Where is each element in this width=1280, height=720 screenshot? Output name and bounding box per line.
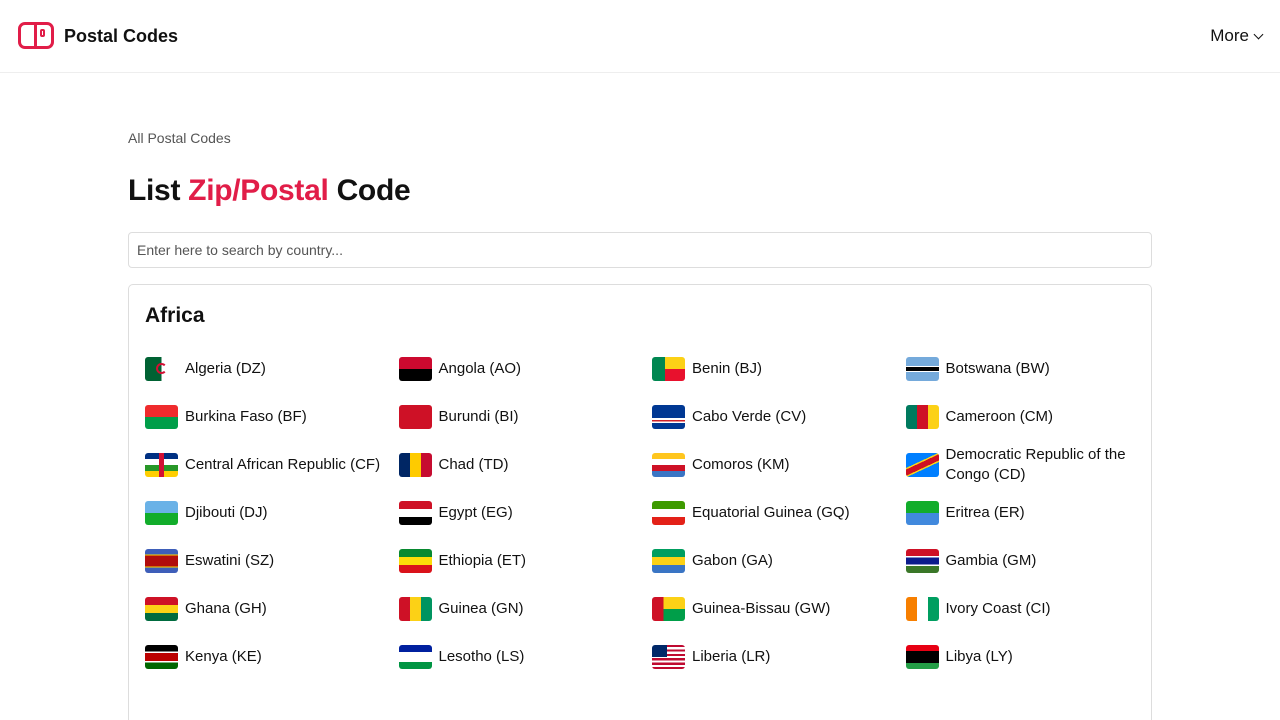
country-link[interactable]: Equatorial Guinea (GQ) [652, 493, 906, 533]
country-link[interactable]: Gambia (GM) [905, 541, 1146, 581]
flag-ci-icon [905, 597, 939, 621]
country-link[interactable]: Lesotho (LS) [398, 637, 653, 677]
country-link[interactable]: Egypt (EG) [398, 493, 653, 533]
flag-ke-icon [145, 645, 178, 669]
country-link[interactable]: Comoros (KM) [652, 445, 906, 485]
country-search-input[interactable] [128, 232, 1152, 268]
country-link[interactable]: Ghana (GH) [145, 589, 399, 629]
country-link[interactable]: Guinea-Bissau (GW) [652, 589, 906, 629]
country-link[interactable]: Guinea (GN) [398, 589, 653, 629]
flag-bj-icon [652, 357, 685, 381]
country-link[interactable]: Libya (LY) [905, 637, 1146, 677]
flag-sz-icon [145, 549, 178, 573]
country-name: Gabon (GA) [692, 552, 773, 569]
flag-bi-icon [398, 405, 432, 429]
country-grid: Algeria (DZ) Angola (AO) Benin (BJ) Botswan… [145, 349, 1145, 677]
country-name: Guinea-Bissau (GW) [692, 600, 831, 617]
country-link[interactable]: Burkina Faso (BF) [145, 397, 399, 437]
country-name: Ethiopia (ET) [438, 552, 527, 569]
country-link[interactable]: Liberia (LR) [652, 637, 906, 677]
country-name: Burkina Faso (BF) [185, 408, 307, 425]
country-link[interactable]: Democratic Republic of the Congo (CD) [905, 445, 1146, 485]
chevron-down-icon [1253, 29, 1264, 39]
flag-td-icon [398, 453, 432, 477]
more-label: More [1210, 26, 1249, 45]
country-name: Djibouti (DJ) [185, 504, 268, 521]
country-name: Cabo Verde (CV) [692, 408, 807, 425]
flag-bw-icon [905, 357, 939, 381]
flag-lr-icon [652, 645, 685, 669]
country-link[interactable]: Ivory Coast (CI) [905, 589, 1146, 629]
flag-cm-icon [905, 405, 939, 429]
country-name: Ivory Coast (CI) [945, 600, 1051, 617]
country-name: Egypt (EG) [438, 504, 513, 521]
country-name: Algeria (DZ) [185, 360, 266, 377]
country-link[interactable]: Central African Republic (CF) [145, 445, 399, 485]
country-name: Benin (BJ) [692, 360, 763, 377]
country-name: Equatorial Guinea (GQ) [692, 504, 850, 521]
country-name: Chad (TD) [438, 456, 509, 473]
country-link[interactable]: Kenya (KE) [145, 637, 399, 677]
flag-ly-icon [905, 645, 939, 669]
country-name: Eswatini (SZ) [185, 552, 275, 569]
flag-et-icon [398, 549, 432, 573]
country-link[interactable]: Botswana (BW) [905, 349, 1146, 389]
country-name: Lesotho (LS) [438, 648, 525, 665]
country-link[interactable]: Chad (TD) [398, 445, 653, 485]
more-menu-button[interactable]: More [1210, 25, 1264, 47]
postal-codes-logo-icon[interactable] [18, 22, 54, 49]
flag-cf-icon [145, 453, 178, 477]
flag-er-icon [905, 501, 939, 525]
flag-eg-icon [398, 501, 432, 525]
country-name: Comoros (KM) [692, 456, 790, 473]
country-link[interactable]: Angola (AO) [398, 349, 653, 389]
page-title: List Zip/Postal Code [128, 172, 411, 210]
country-name: Ghana (GH) [185, 600, 267, 617]
flag-cv-icon [652, 405, 685, 429]
flag-dj-icon [145, 501, 178, 525]
country-name: Gambia (GM) [945, 552, 1037, 569]
flag-gm-icon [905, 549, 939, 573]
country-name: Burundi (BI) [438, 408, 519, 425]
flag-ls-icon [398, 645, 432, 669]
country-name: Guinea (GN) [438, 600, 524, 617]
country-name: Cameroon (CM) [945, 408, 1054, 425]
flag-ga-icon [652, 549, 685, 573]
country-name: Libya (LY) [945, 648, 1013, 665]
country-name: Kenya (KE) [185, 648, 262, 665]
title-accent: Zip/Postal [188, 174, 329, 207]
country-link[interactable]: Benin (BJ) [652, 349, 906, 389]
country-link[interactable]: Djibouti (DJ) [145, 493, 399, 533]
country-link[interactable]: Eritrea (ER) [905, 493, 1146, 533]
breadcrumb[interactable]: All Postal Codes [128, 129, 231, 147]
title-prefix: List [128, 174, 189, 207]
country-link[interactable]: Cameroon (CM) [905, 397, 1146, 437]
flag-gn-icon [398, 597, 432, 621]
country-name: Liberia (LR) [692, 648, 771, 665]
country-name: Eritrea (ER) [945, 504, 1025, 521]
country-link[interactable]: Algeria (DZ) [145, 349, 399, 389]
country-name: Democratic Republic of the Congo (CD) [945, 446, 1126, 483]
flag-bf-icon [145, 405, 178, 429]
title-suffix: Code [328, 174, 411, 207]
flag-km-icon [652, 453, 685, 477]
flag-gh-icon [145, 597, 178, 621]
flag-cd-icon [905, 453, 939, 477]
country-link[interactable]: Ethiopia (ET) [398, 541, 653, 581]
site-header: Postal Codes More [0, 0, 1280, 73]
country-name: Central African Republic (CF) [185, 456, 381, 473]
brand-name[interactable]: Postal Codes [64, 24, 178, 48]
country-link[interactable]: Gabon (GA) [652, 541, 906, 581]
country-link[interactable]: Eswatini (SZ) [145, 541, 399, 581]
country-name: Angola (AO) [438, 360, 522, 377]
region-heading: Africa [145, 304, 205, 327]
flag-gq-icon [652, 501, 685, 525]
flag-gw-icon [652, 597, 685, 621]
country-name: Botswana (BW) [945, 360, 1050, 377]
country-link[interactable]: Burundi (BI) [398, 397, 653, 437]
country-link[interactable]: Cabo Verde (CV) [652, 397, 906, 437]
flag-ao-icon [398, 357, 432, 381]
flag-dz-icon [145, 357, 178, 381]
region-card-africa: Africa Algeria (DZ) Angola (AO) Benin (BJ)… [128, 284, 1152, 720]
